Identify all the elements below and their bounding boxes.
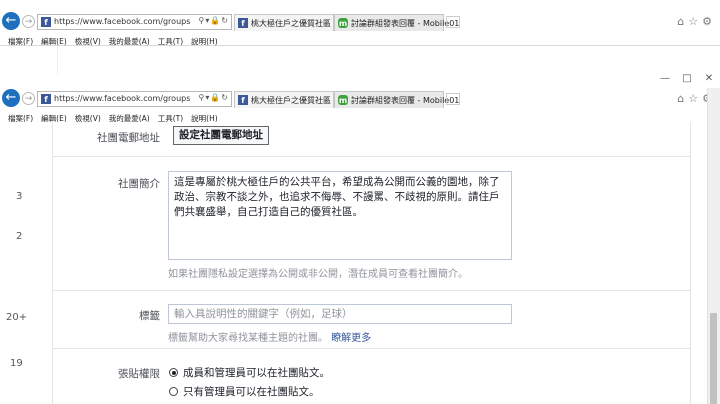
tags-hint-text: 標籤幫助大家尋找某種主題的社團。 <box>168 333 328 344</box>
divider <box>53 290 690 291</box>
post-option-members[interactable]: 成員和管理員可以在社團貼文。 <box>169 365 330 380</box>
tab-label: 討論群組發表回覆 - Mobile01 <box>351 96 460 105</box>
post-permission-label: 張貼權限 <box>118 368 160 380</box>
mobile01-favicon-icon: m <box>338 18 348 28</box>
address-bar[interactable]: f https://www.facebook.com/groups/823714… <box>37 91 232 107</box>
address-toolbar: — □ ✕ ← → f https://www.facebook.com/group… <box>0 73 720 111</box>
toolbar-icons[interactable]: ⌂☆⚙ <box>677 15 716 28</box>
window-controls[interactable]: — □ ✕ <box>654 73 720 84</box>
back-button[interactable]: ← <box>2 89 20 107</box>
setting-row-email: 社團電郵地址 設定社團電郵地址 <box>53 122 690 157</box>
close-window-icon[interactable]: ✕ <box>698 73 720 84</box>
page-blank-area <box>57 46 688 74</box>
tab-facebook-group[interactable]: f 桃大極住戶之優質社區 × <box>234 91 334 108</box>
minimize-icon[interactable]: — <box>654 73 676 84</box>
mobile01-favicon-icon: m <box>338 95 348 105</box>
search-refresh-icon[interactable]: ⚲▾🔒↻ <box>198 93 229 102</box>
tags-label: 標籤 <box>139 310 160 322</box>
tab-mobile01[interactable]: m 討論群組發表回覆 - Mobile01 <box>334 91 459 108</box>
menu-file[interactable]: 檔案(F) <box>8 36 33 47</box>
divider <box>53 348 690 349</box>
learn-more-link[interactable]: 瞭解更多 <box>331 333 371 344</box>
tags-input[interactable]: 輸入具說明性的關鍵字（例如，足球） <box>168 304 512 324</box>
description-hint: 如果社團隱私設定選擇為公開或非公開，潛在成員可查看社團簡介。 <box>168 269 468 280</box>
browser-chrome-top: ← → f https://www.facebook.com/groups/82… <box>0 10 720 46</box>
maximize-icon[interactable]: □ <box>676 73 698 84</box>
radio-selected-icon[interactable] <box>169 368 178 377</box>
scrollbar-thumb[interactable] <box>710 313 717 404</box>
set-email-button[interactable]: 設定社團電郵地址 <box>173 126 269 145</box>
facebook-favicon-icon: f <box>238 18 248 28</box>
facebook-favicon-icon: f <box>238 95 248 105</box>
description-textarea[interactable]: 這是專屬於桃大極住戶的公共平台，希望成為公開而公義的園地，除了政治、宗教不談之外… <box>168 171 512 260</box>
new-tab-button[interactable] <box>446 93 460 105</box>
tab-label: 桃大極住戶之優質社區 <box>251 19 331 28</box>
address-url: https://www.facebook.com/groups/82371492… <box>54 17 190 26</box>
count-label: 20+ <box>6 312 28 323</box>
tags-hint: 標籤幫助大家尋找某種主題的社團。 瞭解更多 <box>168 329 371 344</box>
search-refresh-icon[interactable]: ⚲▾🔒↻ <box>198 16 229 25</box>
browser-chrome-second: — □ ✕ ← → f https://www.facebook.com/group… <box>0 73 720 123</box>
address-bar[interactable]: f https://www.facebook.com/groups/823714… <box>37 14 232 30</box>
forward-button[interactable]: → <box>22 15 35 28</box>
menu-bar: 檔案(F) 編輯(E) 檢視(V) 我的最愛(A) 工具(T) 說明(H) <box>0 34 720 46</box>
tab-mobile01[interactable]: m 討論群組發表回覆 - Mobile01 <box>334 14 459 31</box>
close-tab-icon[interactable]: × <box>323 94 330 103</box>
group-settings-page: 3 2 20+ 19 社團電郵地址 設定社團電郵地址 社團簡介 這是專屬於桃大極… <box>0 122 720 404</box>
count-label: 3 <box>16 191 23 202</box>
back-button[interactable]: ← <box>2 12 20 30</box>
tab-label: 討論群組發表回覆 - Mobile01 <box>351 19 460 28</box>
count-label: 19 <box>10 358 23 369</box>
radio-unselected-icon[interactable] <box>169 387 178 396</box>
vertical-scrollbar[interactable] <box>707 88 720 404</box>
radio-label: 成員和管理員可以在社團貼文。 <box>183 367 330 379</box>
tab-facebook-group[interactable]: f 桃大極住戶之優質社區 × <box>234 14 334 31</box>
description-label: 社團簡介 <box>118 178 160 190</box>
address-url: https://www.facebook.com/groups/82371492… <box>54 94 190 103</box>
tab-label: 桃大極住戶之優質社區 <box>251 96 331 105</box>
new-tab-button[interactable] <box>446 16 460 28</box>
count-label: 2 <box>16 231 23 242</box>
facebook-favicon-icon: f <box>41 17 51 27</box>
email-label: 社團電郵地址 <box>97 132 160 144</box>
settings-panel: 社團電郵地址 設定社團電郵地址 社團簡介 這是專屬於桃大極住戶的公共平台，希望成… <box>52 122 691 404</box>
post-option-admins[interactable]: 只有管理員可以在社團貼文。 <box>169 384 320 399</box>
radio-label: 只有管理員可以在社團貼文。 <box>183 386 320 398</box>
address-toolbar: ← → f https://www.facebook.com/groups/82… <box>0 10 720 34</box>
facebook-favicon-icon: f <box>41 94 51 104</box>
close-tab-icon[interactable]: × <box>323 17 330 26</box>
forward-button[interactable]: → <box>22 92 35 105</box>
